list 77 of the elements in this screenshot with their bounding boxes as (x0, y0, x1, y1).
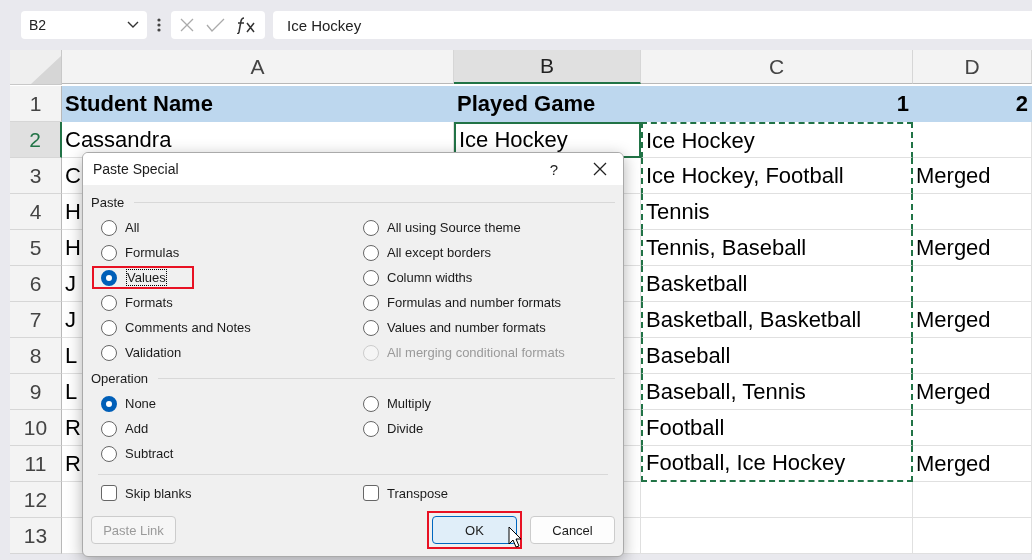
radio-button[interactable] (101, 294, 117, 311)
radio-button[interactable] (101, 219, 117, 236)
mouse-cursor-icon (508, 526, 522, 548)
table-cell: Played Game (454, 86, 641, 122)
column-header[interactable]: C (641, 50, 913, 84)
radio-button[interactable] (363, 269, 379, 286)
checkbox[interactable] (363, 485, 379, 501)
table-cell: Merged (913, 302, 1032, 338)
option-label[interactable]: Validation (125, 345, 182, 360)
table-cell: Baseball, Tennis (641, 374, 913, 410)
row-header[interactable]: 5 (10, 230, 62, 266)
table-cell: Ice Hockey, Football (641, 158, 913, 194)
row-header[interactable]: 10 (10, 410, 62, 446)
option-label[interactable]: Subtract (125, 446, 174, 461)
radio-button[interactable] (101, 445, 117, 462)
table-cell: Tennis, Baseball (641, 230, 913, 266)
column-header[interactable]: D (913, 50, 1032, 84)
row-header[interactable]: 11 (10, 446, 62, 482)
radio-button[interactable] (363, 294, 379, 311)
radio-button[interactable] (363, 420, 379, 437)
row-header[interactable]: 7 (10, 302, 62, 338)
option-label[interactable]: Formulas (125, 245, 180, 260)
radio-button[interactable] (363, 395, 379, 412)
row-header[interactable]: 2 (10, 122, 62, 158)
radio-button[interactable] (363, 244, 379, 261)
chevron-down-icon (127, 21, 139, 29)
column-header[interactable]: B (454, 50, 641, 84)
option-label[interactable]: None (125, 396, 157, 411)
row-header[interactable]: 13 (10, 518, 62, 554)
cancel-button[interactable]: Cancel (530, 516, 615, 544)
option-label[interactable]: Multiply (387, 396, 432, 411)
table-cell: Student Name (62, 86, 454, 122)
radio-button[interactable] (363, 319, 379, 336)
radio-button[interactable] (101, 244, 117, 261)
close-icon (593, 162, 607, 176)
option-label[interactable]: Divide (387, 421, 424, 436)
table-cell: Basketball, Basketball (641, 302, 913, 338)
row-header[interactable]: 9 (10, 374, 62, 410)
dialog-title: Paste Special (93, 161, 180, 177)
group-label: Paste (91, 194, 125, 210)
check-icon[interactable] (205, 17, 225, 33)
more-options-icon[interactable] (157, 18, 161, 32)
row-header[interactable]: 12 (10, 482, 62, 518)
option-label[interactable]: Add (125, 421, 149, 436)
ok-button[interactable]: OK (432, 516, 517, 544)
row-header[interactable]: 3 (10, 158, 62, 194)
option-label[interactable]: Values (127, 270, 166, 285)
radio-button[interactable] (101, 344, 117, 361)
row-header[interactable]: 1 (10, 86, 62, 122)
table-cell: Merged (913, 374, 1032, 410)
function-icon[interactable] (235, 16, 257, 34)
table-cell: Football (641, 410, 913, 446)
radio-button[interactable] (101, 420, 117, 437)
checkbox-label[interactable]: Transpose (387, 485, 448, 501)
radio-button[interactable] (363, 219, 379, 236)
table-cell: Ice Hockey (641, 122, 913, 158)
row-header[interactable]: 6 (10, 266, 62, 302)
formula-field[interactable]: Ice Hockey (273, 11, 1032, 39)
table-cell: Merged (913, 446, 1032, 482)
table-cell: Tennis (641, 194, 913, 230)
table-cell: Baseball (641, 338, 913, 374)
checkbox-label[interactable]: Skip blanks (125, 485, 192, 501)
table-cell: 1 (641, 86, 913, 122)
table-cell: Basketball (641, 266, 913, 302)
table-cell: Football, Ice Hockey (641, 446, 913, 482)
option-label[interactable]: Comments and Notes (125, 320, 251, 335)
name-box[interactable]: B2 (21, 11, 147, 39)
column-header[interactable]: A (62, 50, 454, 84)
table-cell: Merged (913, 230, 1032, 266)
table-cell: 2 (913, 86, 1032, 122)
radio-button[interactable] (101, 395, 117, 412)
checkbox[interactable] (101, 485, 117, 501)
radio-button[interactable] (101, 319, 117, 336)
radio-button[interactable] (101, 269, 117, 286)
row-header[interactable]: 8 (10, 338, 62, 374)
table-cell: Merged (913, 158, 1032, 194)
row-header[interactable]: 4 (10, 194, 62, 230)
